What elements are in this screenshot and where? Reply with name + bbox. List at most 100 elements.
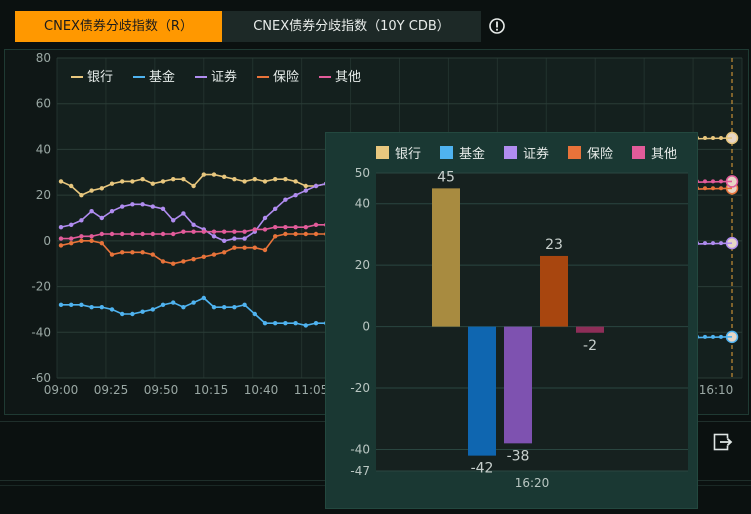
info-icon[interactable]	[488, 17, 506, 35]
data-point	[293, 192, 298, 198]
bar-y-tick-label: -40	[350, 442, 370, 456]
data-point	[109, 231, 115, 237]
x-tick-label: 10:40	[244, 383, 279, 397]
data-point	[719, 334, 723, 339]
data-point	[252, 245, 257, 250]
bar-legend-swatch	[568, 146, 581, 159]
data-point	[711, 334, 715, 339]
data-point	[262, 247, 268, 253]
data-point	[222, 174, 227, 180]
tab-cnex-r[interactable]: CNEX债券分歧指数（R）	[15, 11, 222, 42]
data-point	[58, 236, 64, 241]
data-point	[181, 229, 186, 234]
bar-legend-swatch	[504, 146, 517, 159]
data-point	[232, 176, 237, 182]
bar-legend-label: 保险	[587, 147, 613, 162]
data-point	[211, 252, 217, 257]
data-point	[69, 240, 74, 246]
data-point	[130, 231, 135, 237]
data-point	[160, 259, 166, 264]
data-point	[120, 204, 125, 209]
data-point	[703, 186, 707, 191]
data-point	[719, 241, 723, 246]
data-point	[109, 181, 115, 186]
data-point	[293, 320, 298, 326]
data-point	[181, 176, 186, 182]
data-point	[181, 259, 186, 264]
data-point	[69, 236, 74, 241]
data-point	[120, 311, 125, 317]
data-point	[160, 302, 166, 308]
data-point	[99, 231, 105, 237]
data-point	[242, 236, 247, 241]
data-point	[313, 231, 319, 237]
data-point	[703, 241, 707, 246]
data-point	[181, 211, 186, 216]
data-point	[171, 261, 176, 266]
data-point	[109, 252, 115, 257]
data-point	[201, 172, 206, 177]
data-point	[283, 231, 288, 237]
data-point	[303, 224, 308, 230]
data-point	[130, 250, 135, 255]
data-point	[150, 181, 155, 186]
tab-cnex-10y-cdb[interactable]: CNEX债券分歧指数（10Y CDB）	[222, 11, 481, 42]
data-point	[273, 320, 278, 326]
data-point	[222, 238, 227, 244]
data-point	[211, 172, 217, 177]
data-point	[273, 206, 278, 212]
data-point	[303, 231, 308, 237]
data-point	[283, 224, 288, 230]
data-point	[58, 302, 64, 308]
data-point	[719, 179, 723, 184]
bar-legend-label: 其他	[651, 147, 677, 162]
data-point	[703, 179, 707, 184]
data-point	[211, 304, 217, 310]
data-point	[232, 304, 237, 310]
bar-y-tick-label: 20	[355, 258, 370, 272]
data-point	[252, 176, 257, 182]
bar-chart: 50 40 20 0 -20 -40 -47 银行 基金 证券 保险 其他 45 -42 -38 23 -2 16…	[350, 146, 688, 490]
y-tick-label: 20	[36, 188, 51, 202]
bar-value-label: -2	[583, 338, 597, 354]
bar-value-label: -38	[507, 448, 530, 464]
data-point	[140, 176, 145, 182]
bar-y-tick-label: 40	[355, 197, 370, 211]
bar-x-label: 16:20	[515, 476, 550, 490]
legend-label: 其他	[335, 70, 361, 85]
legend-label: 保险	[273, 70, 299, 85]
data-point	[89, 188, 94, 193]
bar-legend-label: 基金	[459, 146, 485, 162]
data-point	[232, 236, 237, 241]
data-point	[262, 227, 268, 232]
data-point	[130, 311, 135, 317]
data-point	[283, 176, 288, 182]
legend-label: 银行	[87, 70, 113, 85]
tab-bar: CNEX债券分歧指数（R） CNEX债券分歧指数（10Y CDB）	[15, 11, 481, 42]
data-point	[89, 234, 94, 239]
data-point	[140, 309, 145, 314]
x-tick-label: 09:00	[44, 383, 79, 397]
data-point	[313, 222, 319, 228]
data-point	[242, 245, 247, 250]
data-point	[120, 179, 125, 184]
data-point	[201, 254, 206, 260]
bar-legend-swatch	[440, 146, 453, 159]
data-point	[69, 302, 74, 308]
bar-legend-label: 银行	[395, 147, 421, 162]
data-point	[262, 179, 268, 184]
bar-legend-label: 证券	[523, 146, 549, 162]
data-point	[711, 136, 715, 140]
data-point	[99, 240, 105, 246]
data-point	[191, 256, 196, 262]
x-tick-label: 16:10	[699, 383, 734, 397]
data-point	[160, 231, 166, 237]
data-point	[293, 179, 298, 184]
data-point	[242, 229, 247, 234]
data-point	[171, 176, 176, 182]
data-point	[99, 304, 105, 310]
data-point	[89, 208, 94, 214]
data-point	[222, 250, 227, 255]
export-icon[interactable]	[713, 433, 733, 451]
bar-2	[504, 326, 532, 444]
